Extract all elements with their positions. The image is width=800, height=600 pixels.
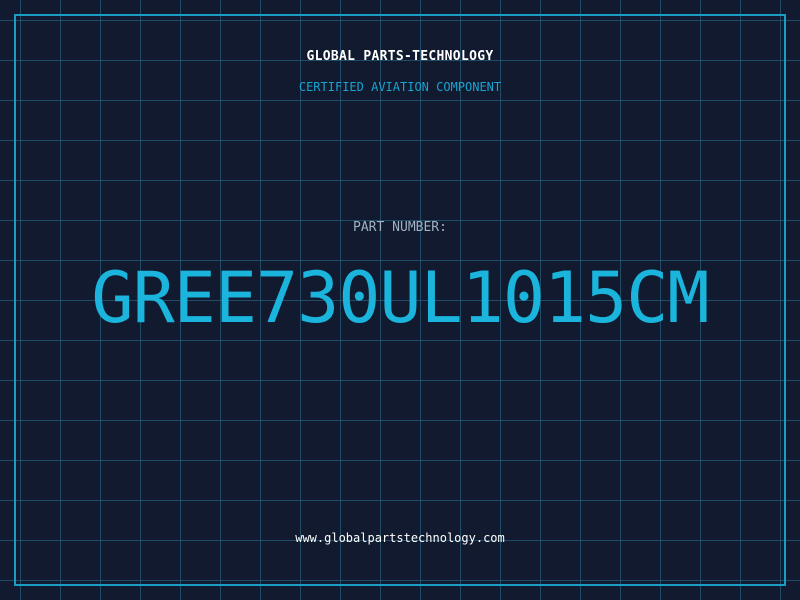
product-label-card: GLOBAL PARTS-TECHNOLOGY CERTIFIED AVIATI… [0,0,800,600]
part-number-value: GREE730UL1015CM [91,257,709,339]
part-number-label: PART NUMBER: [353,220,447,235]
brand-name: GLOBAL PARTS-TECHNOLOGY [306,49,494,64]
certification-tagline: CERTIFIED AVIATION COMPONENT [298,80,502,94]
website-link[interactable]: www.globalpartstechnology.com [0,531,800,545]
